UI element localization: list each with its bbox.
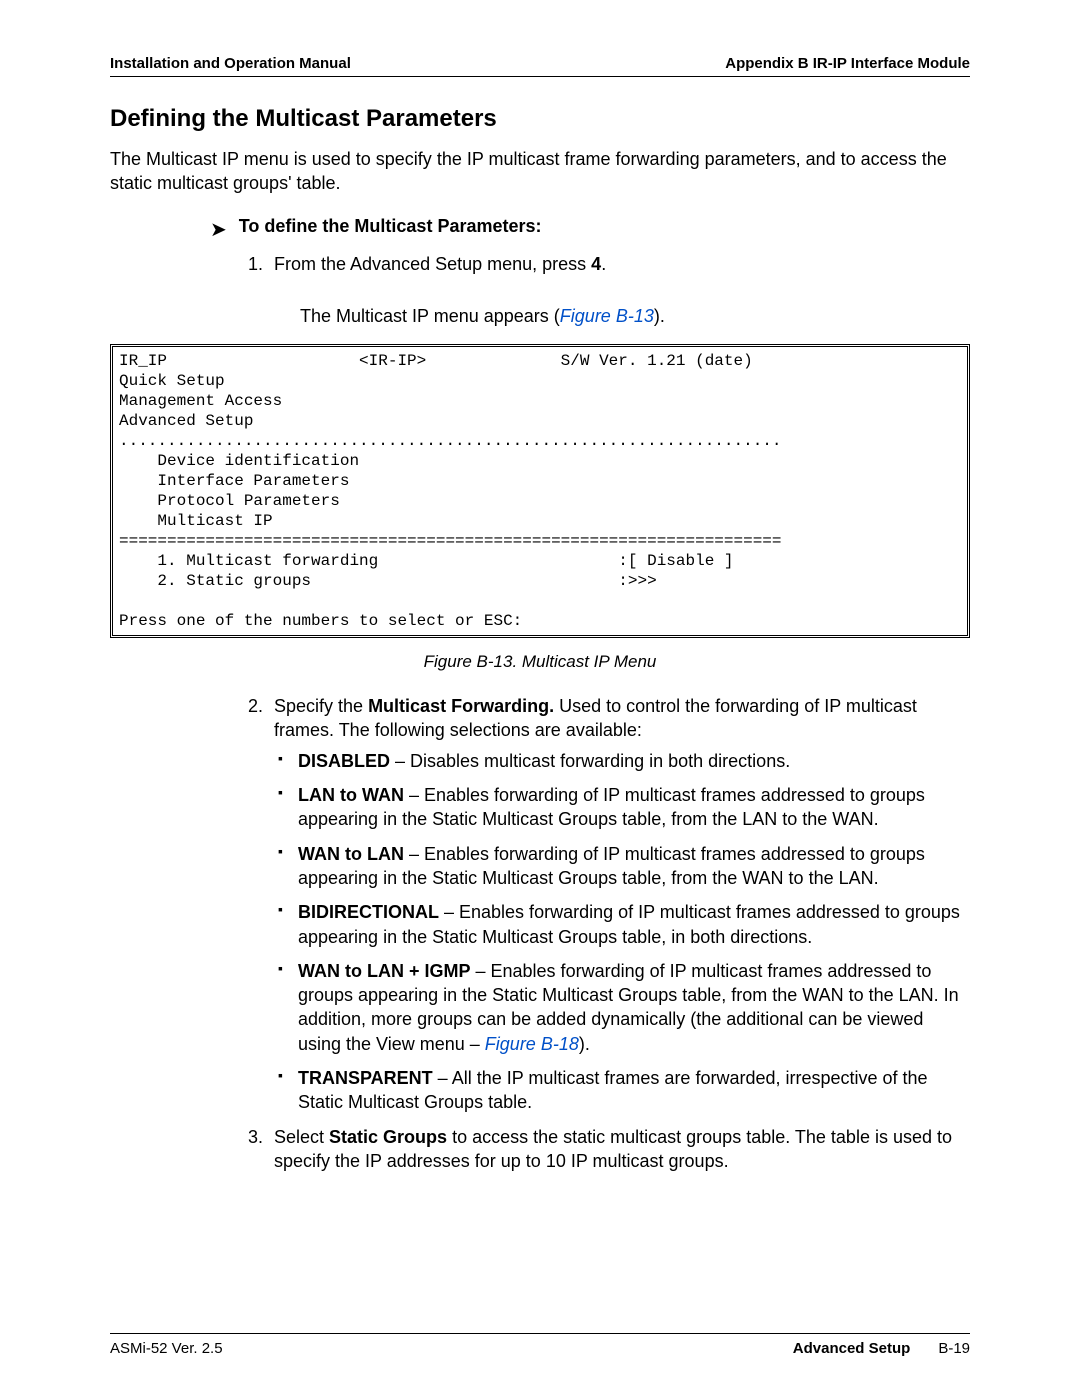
option-disabled: DISABLED – Disables multicast forwarding… — [274, 749, 970, 773]
option-text: – Disables multicast forwarding in both … — [390, 751, 790, 771]
page-header: Installation and Operation Manual Append… — [110, 55, 970, 77]
section-heading: Defining the Multicast Parameters — [110, 105, 970, 133]
header-left: Installation and Operation Manual — [110, 55, 351, 72]
option-list: DISABLED – Disables multicast forwarding… — [274, 749, 970, 1115]
figure-caption: Figure B-13. Multicast IP Menu — [110, 652, 970, 672]
procedure-steps-cont: Specify the Multicast Forwarding. Used t… — [240, 694, 970, 1179]
option-wan-to-lan: WAN to LAN – Enables forwarding of IP mu… — [274, 842, 970, 891]
footer-right: Advanced Setup B-19 — [793, 1340, 970, 1357]
result-suffix: ). — [654, 306, 665, 326]
step-1-result: The Multicast IP menu appears (Figure B-… — [300, 304, 970, 328]
task-heading-row: ➤ To define the Multicast Parameters: — [210, 216, 970, 242]
result-prefix: The Multicast IP menu appears ( — [300, 306, 560, 326]
option-wan-to-lan-igmp: WAN to LAN + IGMP – Enables forwarding o… — [274, 959, 970, 1056]
option-name: BIDIRECTIONAL — [298, 902, 439, 922]
figure-reference-b13[interactable]: Figure B-13 — [560, 306, 654, 326]
step-1-suffix: . — [601, 254, 606, 274]
option-name: LAN to WAN — [298, 785, 404, 805]
option-name: WAN to LAN + IGMP — [298, 961, 471, 981]
footer-left: ASMi-52 Ver. 2.5 — [110, 1340, 223, 1357]
option-bidirectional: BIDIRECTIONAL – Enables forwarding of IP… — [274, 900, 970, 949]
arrow-icon: ➤ — [210, 217, 227, 242]
figure-reference-b18[interactable]: Figure B-18 — [485, 1034, 579, 1054]
procedure-steps: From the Advanced Setup menu, press 4. — [240, 252, 970, 282]
option-transparent: TRANSPARENT – All the IP multicast frame… — [274, 1066, 970, 1115]
option-name: DISABLED — [298, 751, 390, 771]
step-1-prefix: From the Advanced Setup menu, press — [274, 254, 591, 274]
footer-page: B-19 — [938, 1340, 970, 1357]
option-text-after: ). — [579, 1034, 590, 1054]
step-1-key: 4 — [591, 254, 601, 274]
option-name: TRANSPARENT — [298, 1068, 433, 1088]
step-3-bold: Static Groups — [329, 1127, 447, 1147]
option-name: WAN to LAN — [298, 844, 404, 864]
step-1: From the Advanced Setup menu, press 4. — [268, 252, 970, 276]
step-2-bold: Multicast Forwarding. — [368, 696, 554, 716]
step-2: Specify the Multicast Forwarding. Used t… — [268, 694, 970, 1114]
step-3-prefix: Select — [274, 1127, 329, 1147]
step-2-prefix: Specify the — [274, 696, 368, 716]
task-heading: To define the Multicast Parameters: — [239, 216, 542, 237]
terminal-screenshot: IR_IP <IR-IP> S/W Ver. 1.21 (date) Quick… — [110, 344, 970, 638]
footer-section: Advanced Setup — [793, 1340, 911, 1357]
header-right: Appendix B IR-IP Interface Module — [725, 55, 970, 72]
intro-paragraph: The Multicast IP menu is used to specify… — [110, 147, 970, 196]
step-3: Select Static Groups to access the stati… — [268, 1125, 970, 1174]
option-lan-to-wan: LAN to WAN – Enables forwarding of IP mu… — [274, 783, 970, 832]
page-footer: ASMi-52 Ver. 2.5 Advanced Setup B-19 — [110, 1334, 970, 1357]
